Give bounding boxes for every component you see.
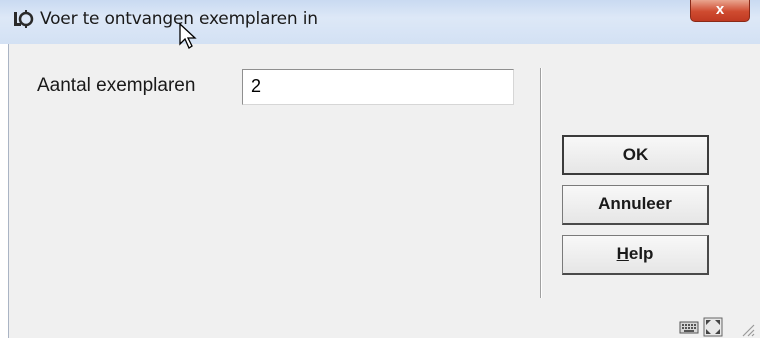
copies-label: Aantal exemplaren	[37, 75, 196, 96]
help-button[interactable]: Help	[562, 235, 709, 275]
app-icon	[12, 8, 34, 30]
title-bar[interactable]: Voer te ontvangen exemplaren in x	[0, 0, 760, 44]
keyboard-icon[interactable]	[679, 319, 699, 340]
help-button-mnemonic: H	[616, 244, 629, 263]
close-button[interactable]: x	[690, 0, 750, 22]
help-button-label: elp	[628, 244, 654, 263]
maximize-icon[interactable]	[703, 317, 723, 342]
copies-input[interactable]: 2	[242, 69, 514, 105]
close-icon: x	[715, 1, 725, 18]
cancel-button[interactable]: Annuleer	[562, 185, 709, 225]
mouse-cursor-icon	[178, 22, 202, 50]
dialog-window: Voer te ontvangen exemplaren in x Aantal…	[0, 0, 760, 338]
status-icons	[679, 317, 759, 339]
dialog-body: Aantal exemplaren 2 OK Annuleer Help	[8, 44, 760, 338]
copies-input-value: 2	[251, 76, 262, 96]
resize-grip-icon[interactable]	[741, 323, 755, 342]
ok-button[interactable]: OK	[562, 135, 709, 175]
vertical-divider	[540, 68, 542, 298]
